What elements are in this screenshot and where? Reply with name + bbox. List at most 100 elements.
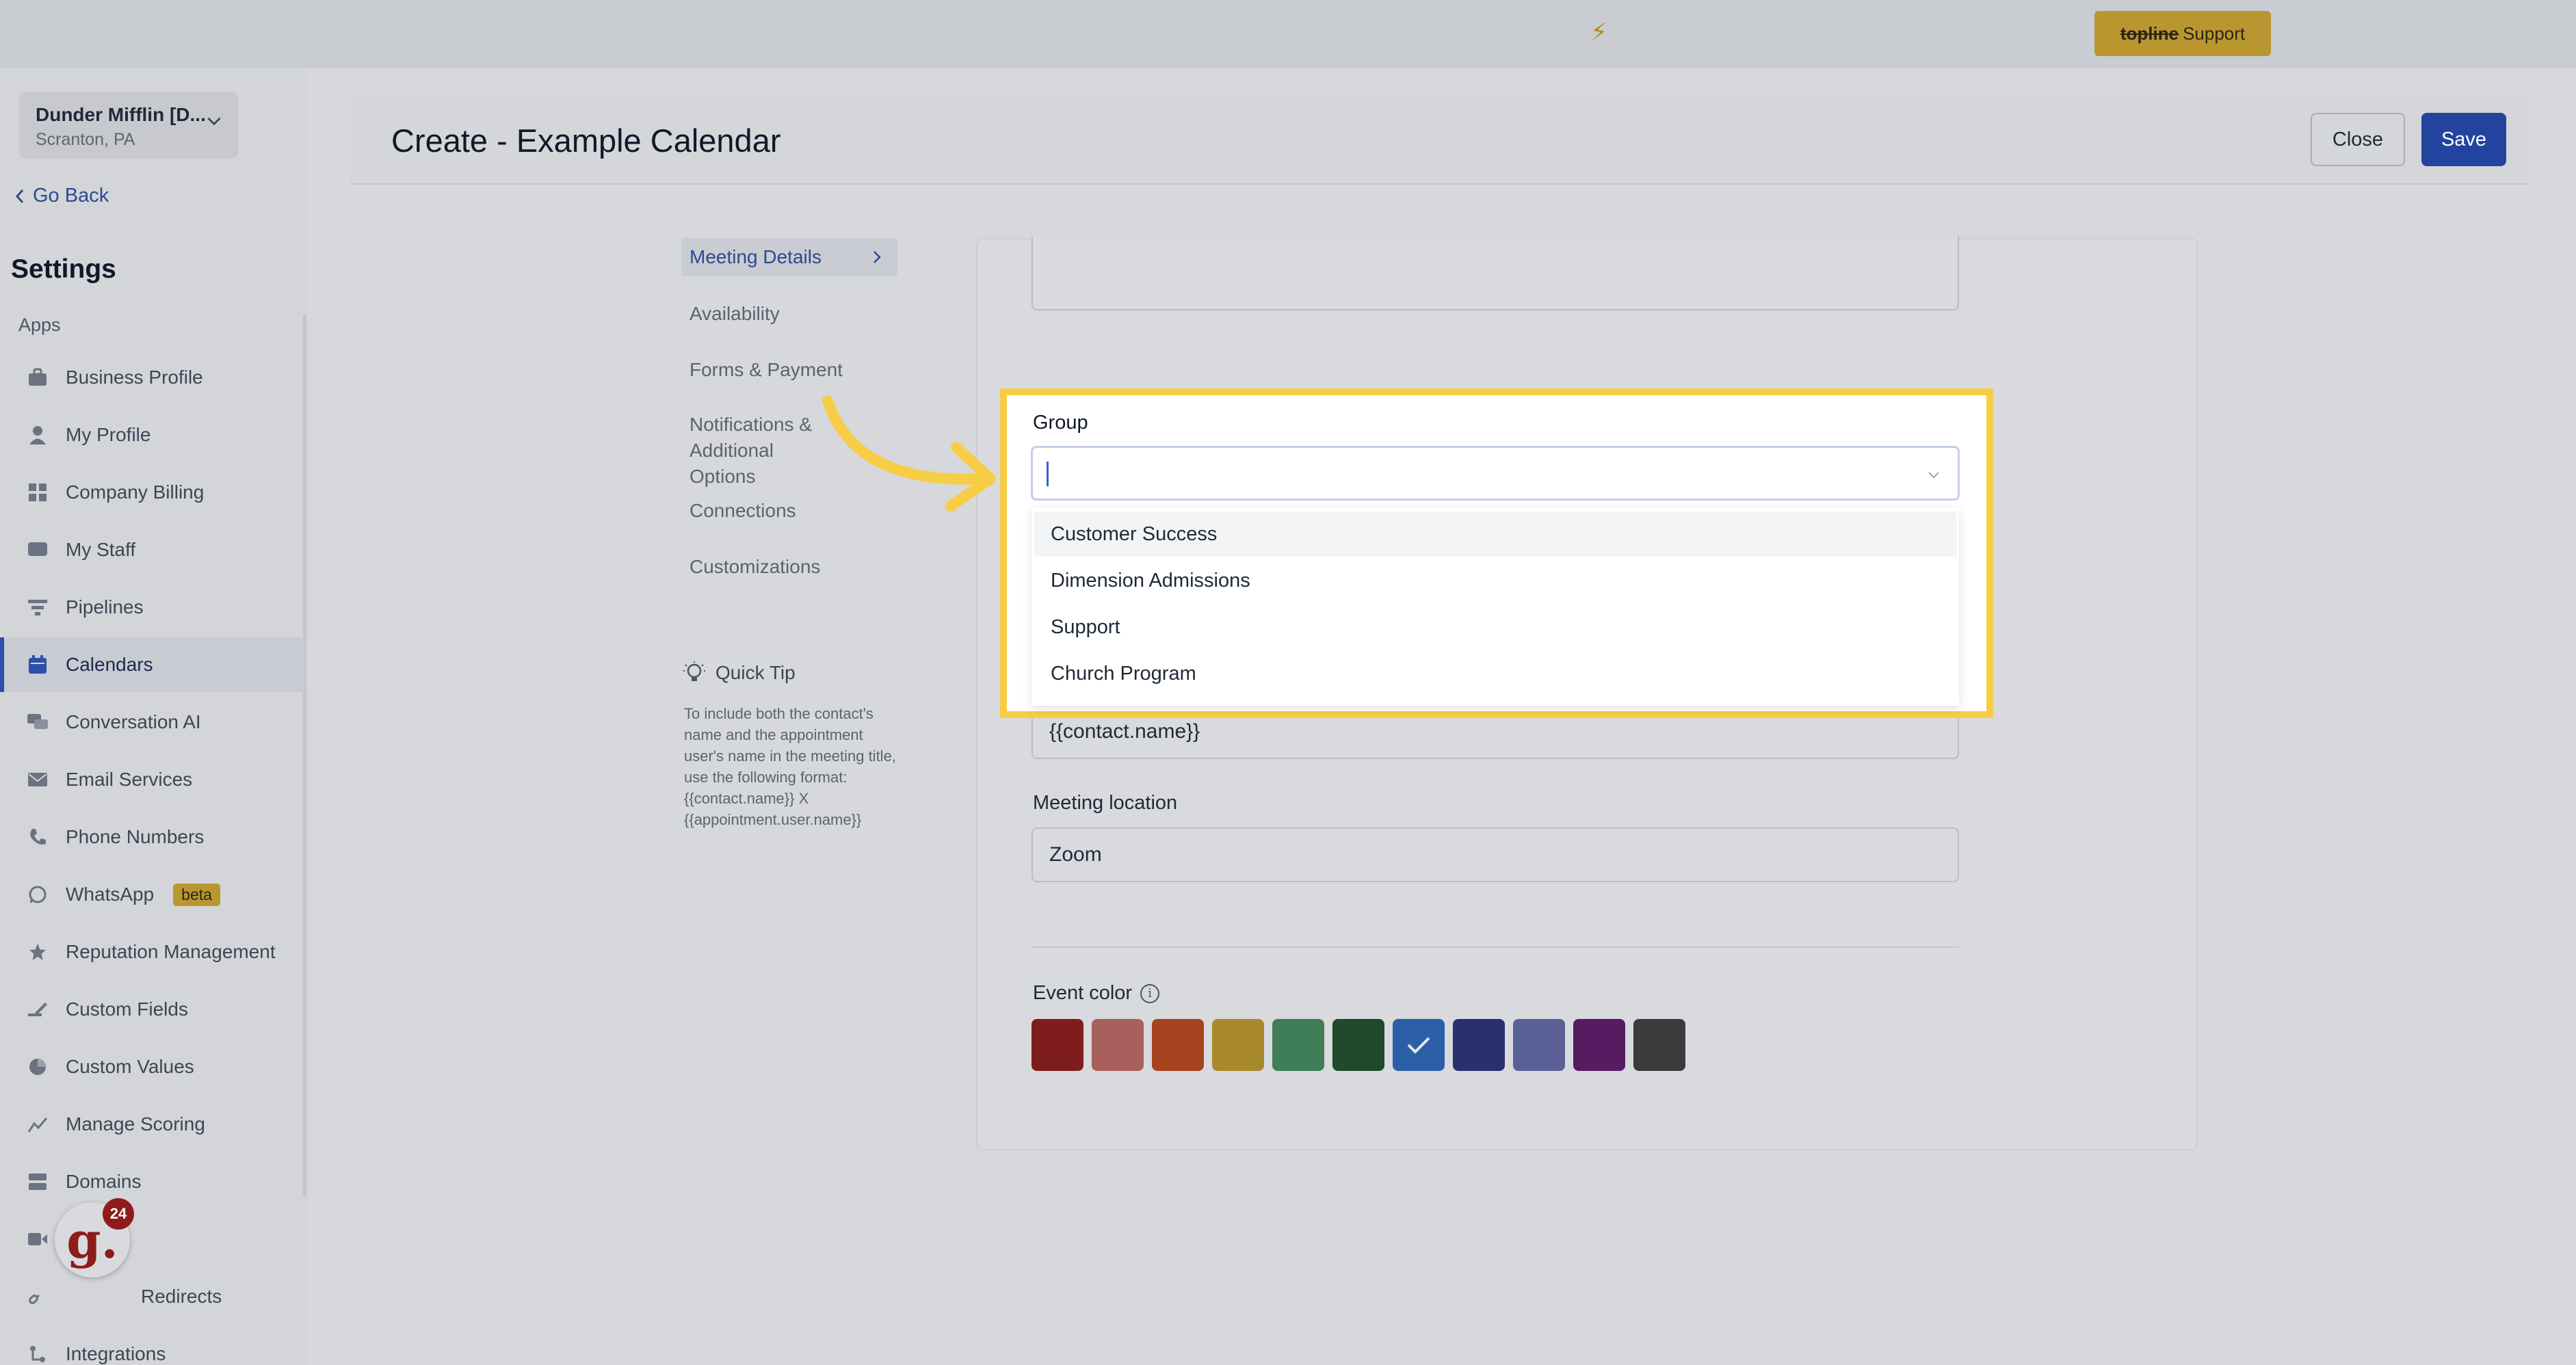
sidebar-item-business-profile[interactable]: Business Profile — [0, 350, 304, 405]
sidebar-item-label: Business Profile — [66, 367, 203, 388]
link-icon — [26, 1285, 49, 1308]
meeting-location-label: Meeting location — [1033, 792, 1178, 814]
quick-tip-title: Quick Tip — [683, 661, 796, 685]
phone-icon — [26, 825, 49, 849]
quick-tip-label: Quick Tip — [715, 662, 796, 683]
chevron-down-icon — [207, 117, 221, 126]
sidebar-item-my-profile[interactable]: My Profile — [0, 408, 304, 462]
color-swatch[interactable] — [1393, 1019, 1445, 1071]
sidebar-item-label: Manage Scoring — [66, 1113, 205, 1135]
support-button[interactable]: topline Support — [2094, 11, 2271, 56]
color-swatch[interactable] — [1272, 1019, 1324, 1071]
color-swatch[interactable] — [1573, 1019, 1625, 1071]
sidebar-item-redirects[interactable]: Redirects — [0, 1269, 304, 1324]
settings-title: Settings — [11, 254, 116, 284]
group-label: Group — [1033, 412, 1088, 434]
pie-icon — [26, 1055, 49, 1078]
page-title: Create - Example Calendar — [391, 122, 781, 159]
group-select[interactable] — [1031, 446, 1960, 501]
sidebar-item-calendars[interactable]: Calendars — [0, 637, 304, 692]
sidebar-item-email-services[interactable]: Email Services — [0, 752, 304, 807]
location-name: Dunder Mifflin [D... — [36, 104, 206, 125]
top-bar: ⚡ topline Support — [0, 0, 2576, 68]
sidebar-item-label: Integrations — [66, 1343, 166, 1364]
tab-customizations[interactable]: Customizations — [689, 554, 906, 580]
group-dropdown-menu: Customer Success Dimension Admissions Su… — [1031, 507, 1959, 706]
info-icon[interactable]: i — [1140, 984, 1160, 1004]
sidebar-item-domains[interactable]: Domains — [0, 1154, 304, 1209]
color-swatch[interactable] — [1633, 1019, 1685, 1071]
user-icon — [26, 423, 49, 447]
text-cursor — [1047, 462, 1049, 486]
sidebar-item-custom-values[interactable]: Custom Values — [0, 1039, 304, 1094]
lightbulb-icon — [683, 661, 705, 681]
calendar-icon — [26, 653, 49, 676]
sidebar-item-label: My Profile — [66, 424, 151, 445]
group-option-support[interactable]: Support — [1034, 605, 1956, 650]
star-icon — [26, 940, 49, 964]
divider — [1031, 946, 1959, 948]
sidebar-item-label: Custom Values — [66, 1056, 194, 1077]
color-swatch[interactable] — [1332, 1019, 1384, 1071]
color-swatch[interactable] — [1152, 1019, 1204, 1071]
group-option-dimension-admissions[interactable]: Dimension Admissions — [1034, 558, 1956, 603]
sidebar-item-label: Domains — [66, 1171, 142, 1192]
location-switcher[interactable]: Dunder Mifflin [D... Scranton, PA — [19, 92, 238, 159]
color-swatch[interactable] — [1031, 1019, 1083, 1071]
sidebar-item-label: Calendars — [66, 654, 153, 675]
sidebar-item-label: Company Billing — [66, 481, 205, 503]
support-widget-avatar[interactable]: g. 24 — [55, 1198, 134, 1277]
support-brand: topline — [2120, 23, 2179, 44]
color-swatch[interactable] — [1092, 1019, 1144, 1071]
tab-notifications[interactable]: Notifications & Additional Options — [689, 412, 819, 490]
quick-tip-body: To include both the contact's name and t… — [684, 705, 896, 828]
notification-count-badge: 24 — [103, 1198, 134, 1230]
chat-icon — [26, 711, 49, 734]
meeting-location-input[interactable]: Zoom — [1031, 827, 1959, 882]
group-option-customer-success[interactable]: Customer Success — [1034, 512, 1956, 557]
tab-label: Meeting Details — [689, 246, 822, 267]
group-option-church-program[interactable]: Church Program — [1034, 651, 1956, 696]
tab-forms-payment[interactable]: Forms & Payment — [689, 357, 906, 383]
save-button[interactable]: Save — [2421, 113, 2506, 166]
sidebar-item-label: Reputation Management — [66, 941, 276, 962]
sidebar-item-manage-scoring[interactable]: Manage Scoring — [0, 1097, 304, 1152]
edit-icon — [26, 998, 49, 1021]
sidebar-item-pipelines[interactable]: Pipelines — [0, 580, 304, 635]
apps-section-label: Apps — [18, 315, 61, 335]
sidebar-item-company-billing[interactable]: Company Billing — [0, 465, 304, 520]
tab-meeting-details[interactable]: Meeting Details — [681, 238, 897, 276]
lightning-icon[interactable]: ⚡ — [1590, 18, 1607, 47]
sidebar-item-custom-fields[interactable]: Custom Fields — [0, 982, 304, 1037]
grid-icon — [26, 481, 49, 504]
sidebar-item-label: Pipelines — [66, 596, 144, 618]
color-swatch[interactable] — [1212, 1019, 1264, 1071]
briefcase-icon — [26, 366, 49, 389]
close-button[interactable]: Close — [2311, 113, 2405, 166]
sidebar-item-reputation-management[interactable]: Reputation Management — [0, 925, 304, 979]
sidebar-item-phone-numbers[interactable]: Phone Numbers — [0, 810, 304, 864]
server-icon — [26, 1170, 49, 1193]
color-swatch[interactable] — [1513, 1019, 1565, 1071]
chart-icon — [26, 1113, 49, 1136]
checkmark-icon — [1407, 1037, 1430, 1054]
whatsapp-icon — [26, 883, 49, 906]
chevron-right-icon — [873, 251, 881, 263]
video-icon — [26, 1228, 49, 1251]
go-back-link[interactable]: Go Back — [14, 185, 109, 207]
sidebar-item-whatsapp[interactable]: WhatsApp beta — [0, 867, 304, 922]
sidebar-item-label: Phone Numbers — [66, 826, 205, 847]
sidebar-item-my-staff[interactable]: My Staff — [0, 522, 304, 577]
sidebar-item-label: My Staff — [66, 539, 136, 560]
tab-availability[interactable]: Availability — [689, 301, 906, 327]
sidebar-item-conversation-ai[interactable]: Conversation AI — [0, 695, 304, 750]
staff-icon — [26, 538, 49, 561]
color-swatch[interactable] — [1453, 1019, 1505, 1071]
pointer-arrow-icon — [822, 395, 996, 512]
description-textarea[interactable] — [1031, 237, 1959, 310]
beta-badge: beta — [173, 883, 220, 906]
sidebar-item-media[interactable] — [0, 1212, 304, 1267]
event-color-text: Event color — [1033, 982, 1133, 1004]
sidebar-item-integrations[interactable]: Integrations — [0, 1327, 304, 1365]
sidebar-item-label: Redirects — [141, 1286, 222, 1307]
